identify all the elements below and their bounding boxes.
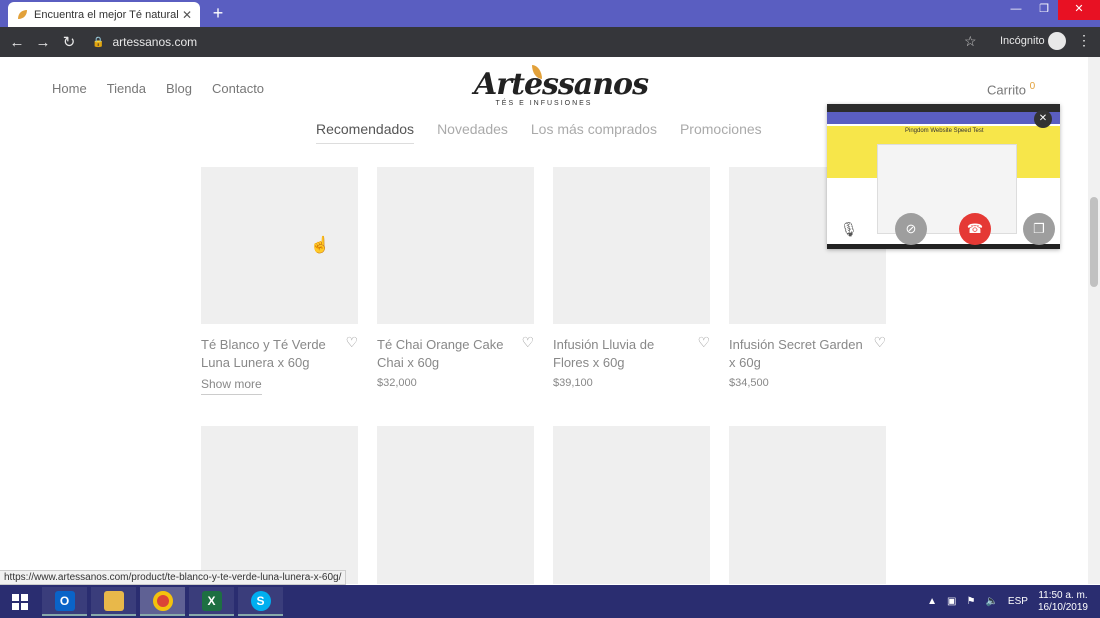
lock-icon: 🔒: [92, 36, 105, 48]
nav-home[interactable]: Home: [52, 81, 87, 96]
wishlist-heart-icon[interactable]: ♡: [345, 334, 358, 351]
cart-link[interactable]: Carrito 0: [987, 81, 1035, 97]
network-icon[interactable]: ▣: [947, 596, 956, 607]
product-card[interactable]: Té Blanco y Té Verde Luna Lunera x 60g ♡…: [201, 167, 358, 395]
flag-icon[interactable]: ⚑: [967, 596, 976, 607]
switch-view-icon[interactable]: ❐: [1023, 213, 1055, 245]
skype-icon: S: [250, 590, 271, 611]
window-controls: — ❐ ✕: [1002, 0, 1100, 20]
product-name[interactable]: Té Blanco y Té Verde Luna Lunera x 60g: [201, 336, 336, 372]
link-status-url: https://www.artessanos.com/product/te-bl…: [0, 570, 347, 585]
browser-tab-strip: Encuentra el mejor Té natural en ✕ + — ❐…: [0, 0, 1100, 27]
address-bar[interactable]: 🔒 artessanos.com: [92, 30, 992, 54]
start-button[interactable]: [0, 585, 40, 618]
tab-title: Encuentra el mejor Té natural en: [34, 8, 178, 21]
clock-date: 16/10/2019: [1037, 601, 1088, 613]
windows-logo-icon: [12, 593, 28, 610]
product-image[interactable]: [729, 426, 886, 584]
nav-tienda[interactable]: Tienda: [107, 81, 146, 96]
language-indicator[interactable]: ESP: [1008, 596, 1028, 607]
wishlist-heart-icon[interactable]: ♡: [521, 334, 534, 351]
browser-menu-icon[interactable]: ⋮: [1077, 32, 1091, 49]
tab-novedades[interactable]: Novedades: [437, 121, 508, 144]
product-card[interactable]: Infusión Lluvia de Flores x 60g ♡ $39,10…: [553, 167, 710, 389]
taskbar-excel[interactable]: X: [189, 587, 234, 616]
tab-promociones[interactable]: Promociones: [680, 121, 762, 144]
camera-off-icon[interactable]: ⊘: [895, 213, 927, 245]
window-close-icon[interactable]: ✕: [1058, 0, 1100, 20]
chrome-icon: [152, 590, 173, 611]
restore-icon[interactable]: ❐: [1030, 0, 1058, 20]
folder-icon: [103, 590, 124, 611]
product-name[interactable]: Infusión Secret Garden x 60g: [729, 336, 864, 372]
excel-icon: X: [201, 590, 222, 611]
product-name[interactable]: Té Chai Orange Cake Chai x 60g: [377, 336, 512, 372]
address-url: artessanos.com: [112, 35, 198, 49]
system-tray: ▲ ▣ ⚑ 🔈 ESP 11:50 a. m. 16/10/2019: [927, 585, 1088, 618]
bookmark-star-icon[interactable]: ☆: [964, 33, 977, 50]
nav-blog[interactable]: Blog: [166, 81, 192, 96]
product-image[interactable]: [553, 167, 710, 324]
pip-top-bar: [827, 104, 1060, 112]
taskbar-file-explorer[interactable]: [91, 587, 136, 616]
taskbar-outlook[interactable]: O: [42, 587, 87, 616]
clock[interactable]: 11:50 a. m. 16/10/2019: [1038, 590, 1088, 614]
scrollbar-thumb[interactable]: [1090, 197, 1098, 287]
pip-bottom-bar: [827, 244, 1060, 249]
incognito-label: Incógnito: [1000, 35, 1045, 47]
product-filter-tabs: Recomendados Novedades Los más comprados…: [316, 121, 762, 144]
hand-cursor-icon: ☝: [310, 237, 330, 254]
tab-mas-comprados[interactable]: Los más comprados: [531, 121, 657, 144]
product-name[interactable]: Infusión Lluvia de Flores x 60g: [553, 336, 688, 372]
main-nav: Home Tienda Blog Contacto: [52, 81, 264, 96]
product-image[interactable]: [553, 426, 710, 584]
cart-count: 0: [1029, 81, 1036, 92]
tab-close-icon[interactable]: ✕: [182, 8, 192, 22]
clock-time: 11:50 a. m.: [1038, 589, 1088, 601]
show-more-link[interactable]: Show more: [201, 377, 262, 395]
video-call-window[interactable]: Pingdom Website Speed Test ✕ 🎙 ⊘ ☎ ❐: [827, 104, 1060, 249]
product-image[interactable]: [377, 167, 534, 324]
back-icon[interactable]: ←: [4, 34, 30, 51]
windows-taskbar: O X S ▲ ▣ ⚑ 🔈 ESP 11:50 a. m. 16/10/2019: [0, 585, 1100, 618]
microphone-icon[interactable]: 🎙: [833, 213, 865, 245]
site-logo[interactable]: Artessanos TÉS E INFUSIONES: [474, 65, 649, 107]
product-image[interactable]: [377, 426, 534, 584]
logo-name: Artessanos: [474, 67, 649, 102]
pip-shared-browser-bar: [827, 112, 1060, 124]
volume-icon[interactable]: 🔈: [985, 596, 997, 607]
outlook-icon: O: [54, 590, 75, 611]
product-price: $32,000: [377, 377, 417, 389]
taskbar-chrome[interactable]: [140, 587, 185, 616]
pip-shared-title: Pingdom Website Speed Test: [905, 128, 984, 134]
leaf-favicon-icon: [18, 9, 27, 19]
product-image[interactable]: [201, 167, 358, 324]
cart-label: Carrito: [987, 82, 1027, 98]
new-tab-button[interactable]: +: [208, 3, 228, 24]
wishlist-heart-icon[interactable]: ♡: [697, 334, 710, 351]
product-price: $34,500: [729, 377, 769, 389]
wishlist-heart-icon[interactable]: ♡: [873, 334, 886, 351]
nav-contacto[interactable]: Contacto: [212, 81, 264, 96]
browser-tab[interactable]: Encuentra el mejor Té natural en ✕: [8, 2, 200, 27]
product-image[interactable]: [201, 426, 358, 584]
browser-toolbar: ← → ↻ 🔒 artessanos.com ☆ Incógnito ⋮: [0, 27, 1100, 57]
minimize-icon[interactable]: —: [1002, 0, 1030, 20]
tab-recomendados[interactable]: Recomendados: [316, 121, 415, 144]
page-scrollbar[interactable]: [1088, 57, 1100, 584]
taskbar-skype[interactable]: S: [238, 587, 283, 616]
incognito-icon[interactable]: [1048, 32, 1066, 50]
product-card[interactable]: Té Chai Orange Cake Chai x 60g ♡ $32,000: [377, 167, 534, 389]
hang-up-icon[interactable]: ☎: [959, 213, 991, 245]
pip-close-icon[interactable]: ✕: [1034, 110, 1052, 128]
forward-icon[interactable]: →: [30, 34, 56, 51]
reload-icon[interactable]: ↻: [56, 33, 82, 51]
product-price: $39,100: [553, 377, 593, 389]
tray-chevron-icon[interactable]: ▲: [927, 596, 937, 607]
